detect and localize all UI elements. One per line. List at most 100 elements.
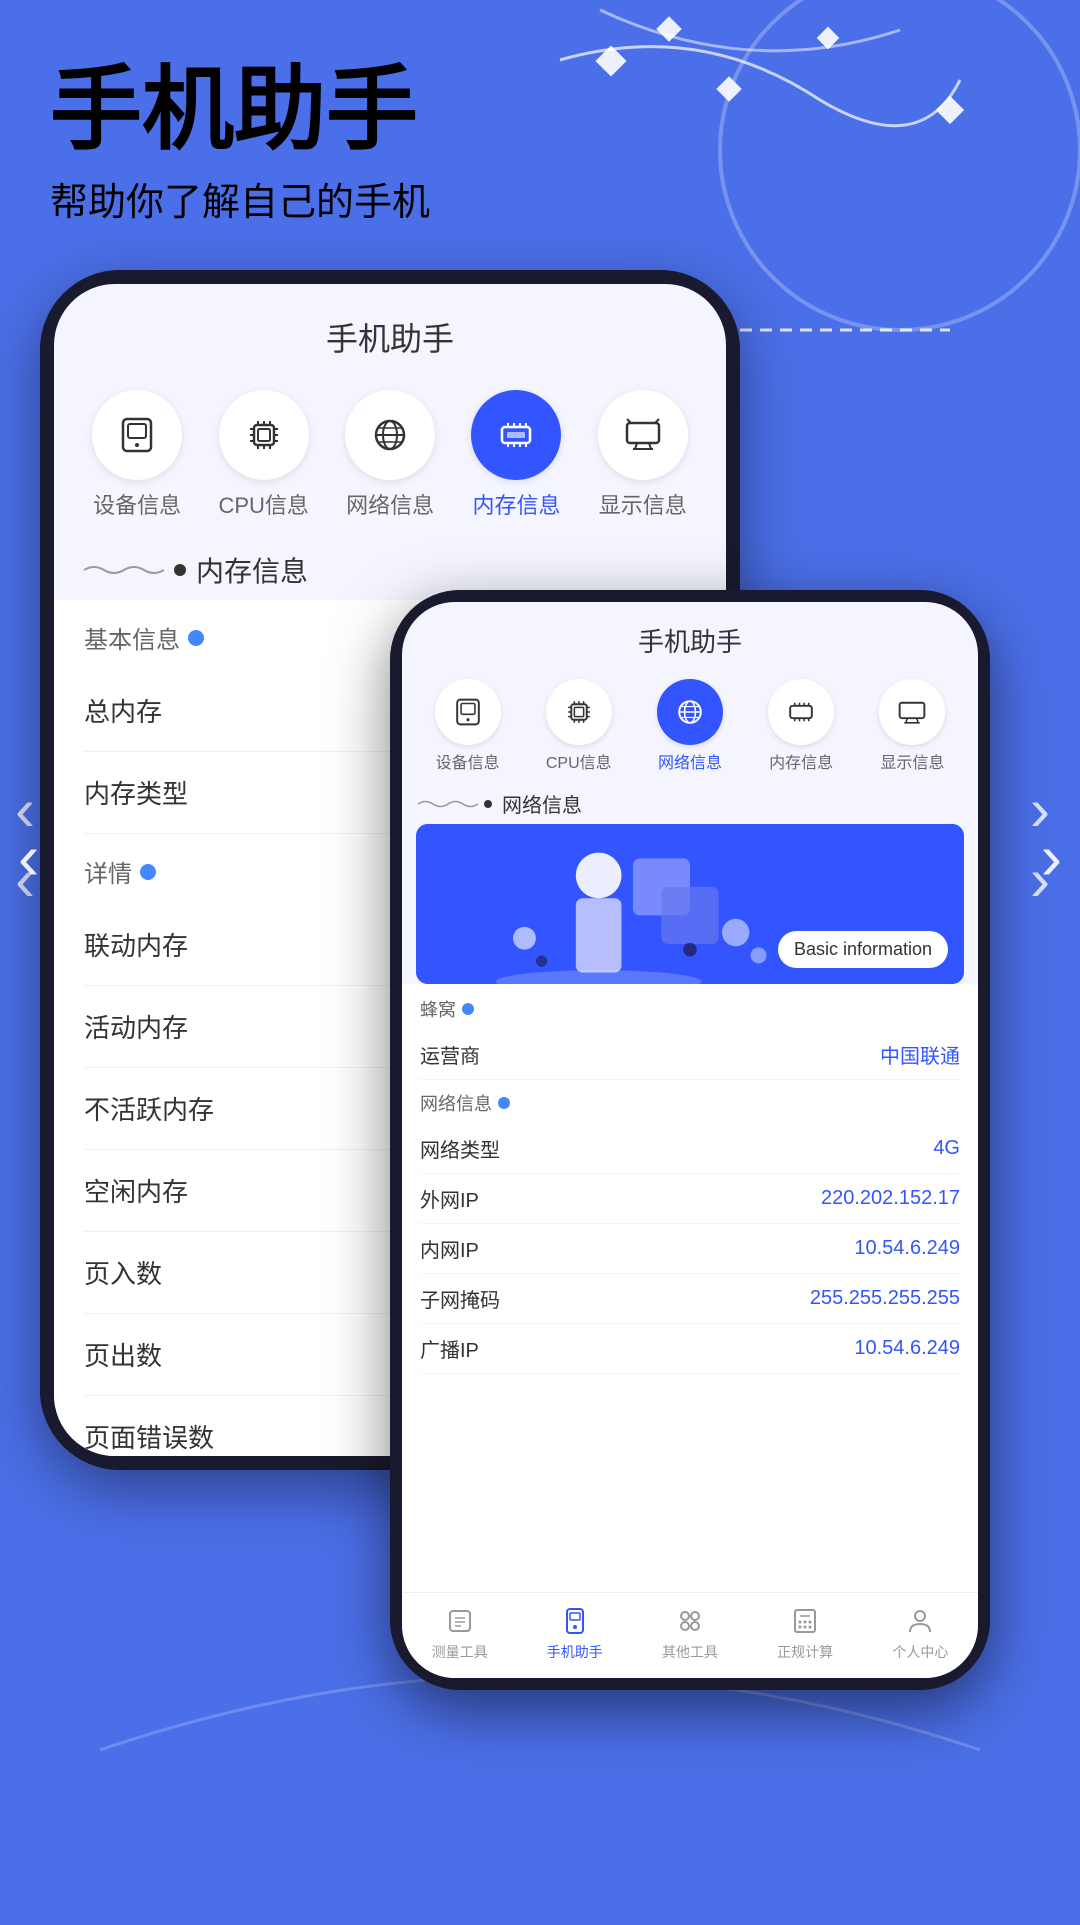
- small-icon-memory[interactable]: 内存信息: [768, 679, 834, 773]
- icon-network[interactable]: 网络信息: [345, 390, 435, 520]
- small-icon-device-circle: [435, 679, 501, 745]
- small-banner: Basic information: [416, 824, 964, 984]
- nav-calc-label: 正规计算: [777, 1642, 833, 1662]
- net-row-2: 内网IP 10.54.6.249: [420, 1224, 960, 1274]
- nav-other[interactable]: 其他工具: [662, 1603, 718, 1662]
- detail-label-text: 详情: [84, 854, 132, 889]
- section-dot: [174, 564, 186, 576]
- carrier-val: 中国联通: [880, 1040, 960, 1069]
- icon-network-circle: [345, 390, 435, 480]
- icon-memory[interactable]: 内存信息: [471, 390, 561, 520]
- icon-cpu[interactable]: CPU信息: [218, 390, 308, 520]
- network-label-dot: [498, 1097, 510, 1109]
- app-title: 手机助手: [50, 60, 430, 161]
- app-subtitle: 帮助你了解自己的手机: [50, 171, 430, 226]
- small-icon-cpu-label: CPU信息: [546, 749, 612, 773]
- nav-tools-label: 测量工具: [432, 1642, 488, 1662]
- right-arrow[interactable]: ›: [1041, 820, 1062, 894]
- net-val-3: 255.255.255.255: [810, 1287, 960, 1310]
- small-section-dot: [484, 800, 492, 808]
- small-section-header: 网络信息: [402, 783, 978, 824]
- small-icon-device[interactable]: 设备信息: [435, 679, 501, 773]
- carrier-row: 运营商 中国联通: [420, 1030, 960, 1080]
- cellular-label: 蜂窝: [420, 996, 960, 1022]
- net-row-3: 子网掩码 255.255.255.255: [420, 1274, 960, 1324]
- drow2-key: 不活跃内存: [84, 1090, 214, 1127]
- small-icon-memory-circle: [768, 679, 834, 745]
- assistant-icon: [557, 1603, 593, 1639]
- net-key-4: 广播IP: [420, 1334, 479, 1363]
- nav-profile[interactable]: 个人中心: [892, 1603, 948, 1662]
- icon-cpu-circle: [219, 390, 309, 480]
- small-icon-display-label: 显示信息: [880, 749, 944, 773]
- small-icon-device-label: 设备信息: [436, 749, 500, 773]
- tools-icon: [442, 1603, 478, 1639]
- net-val-4: 10.54.6.249: [854, 1337, 960, 1360]
- drow6-key: 页面错误数: [84, 1418, 214, 1455]
- drow3-key: 空闲内存: [84, 1172, 188, 1209]
- carrier-key: 运营商: [420, 1040, 480, 1069]
- net-key-0: 网络类型: [420, 1134, 500, 1163]
- small-bottom-nav: 测量工具 手机助手: [402, 1592, 978, 1678]
- net-val-1: 220.202.152.17: [821, 1187, 960, 1210]
- small-icon-display[interactable]: 显示信息: [879, 679, 945, 773]
- net-val-2: 10.54.6.249: [854, 1237, 960, 1260]
- main-section-title: 内存信息: [196, 550, 308, 590]
- icon-cpu-label: CPU信息: [218, 488, 308, 520]
- network-info-label: 网络信息: [420, 1090, 960, 1116]
- small-icon-cpu[interactable]: CPU信息: [546, 679, 612, 773]
- icon-display-label: 显示信息: [599, 488, 687, 520]
- net-key-2: 内网IP: [420, 1234, 479, 1263]
- small-icon-display-circle: [879, 679, 945, 745]
- net-key-1: 外网IP: [420, 1184, 479, 1213]
- net-row-1: 外网IP 220.202.152.17: [420, 1174, 960, 1224]
- small-icon-menu: 设备信息: [402, 671, 978, 783]
- nav-assistant-label: 手机助手: [547, 1642, 603, 1662]
- small-section-title: 网络信息: [502, 789, 582, 818]
- small-icon-network-circle: [657, 679, 723, 745]
- icon-device-label: 设备信息: [93, 488, 181, 520]
- net-row-0: 网络类型 4G: [420, 1124, 960, 1174]
- cellular-label-text: 蜂窝: [420, 996, 456, 1022]
- small-phone-title: 手机助手: [402, 602, 978, 671]
- main-icon-menu: 设备信息: [54, 380, 726, 540]
- icon-device-circle: [92, 390, 182, 480]
- small-icon-network[interactable]: 网络信息: [657, 679, 723, 773]
- nav-assistant[interactable]: 手机助手: [547, 1603, 603, 1662]
- other-icon: [672, 1603, 708, 1639]
- small-info-content: 蜂窝 运营商 中国联通 网络信息 网络类型 4G 外网IP: [402, 984, 978, 1592]
- detail-label-dot: [140, 864, 156, 880]
- basic-label-text: 基本信息: [84, 620, 180, 655]
- cellular-label-dot: [462, 1003, 474, 1015]
- nav-other-label: 其他工具: [662, 1642, 718, 1662]
- basic-label-dot: [188, 630, 204, 646]
- nav-calc[interactable]: 正规计算: [777, 1603, 833, 1662]
- nav-tools[interactable]: 测量工具: [432, 1603, 488, 1662]
- network-label-text: 网络信息: [420, 1090, 492, 1116]
- icon-display-circle: [598, 390, 688, 480]
- icon-device[interactable]: 设备信息: [92, 390, 182, 520]
- net-val-0: 4G: [933, 1137, 960, 1160]
- icon-network-label: 网络信息: [346, 488, 434, 520]
- drow5-key: 页出数: [84, 1336, 162, 1373]
- profile-icon: [902, 1603, 938, 1639]
- small-icon-cpu-circle: [546, 679, 612, 745]
- drow4-key: 页入数: [84, 1254, 162, 1291]
- small-icon-memory-label: 内存信息: [769, 749, 833, 773]
- net-row-4: 广播IP 10.54.6.249: [420, 1324, 960, 1374]
- small-phone-mockup: 手机助手 设备信息: [390, 590, 990, 1690]
- icon-memory-label: 内存信息: [472, 488, 560, 520]
- net-key-3: 子网掩码: [420, 1284, 500, 1313]
- nav-profile-label: 个人中心: [892, 1642, 948, 1662]
- icon-display[interactable]: 显示信息: [598, 390, 688, 520]
- left-arrow[interactable]: ‹: [18, 820, 39, 894]
- icon-memory-circle: [471, 390, 561, 480]
- basic-info-badge: Basic information: [778, 931, 948, 968]
- small-icon-network-label: 网络信息: [658, 749, 722, 773]
- row1-key: 内存类型: [84, 774, 188, 811]
- main-phone-title: 手机助手: [54, 284, 726, 380]
- drow0-key: 联动内存: [84, 926, 188, 963]
- calc-icon: [787, 1603, 823, 1639]
- drow1-key: 活动内存: [84, 1008, 188, 1045]
- row0-key: 总内存: [84, 692, 162, 729]
